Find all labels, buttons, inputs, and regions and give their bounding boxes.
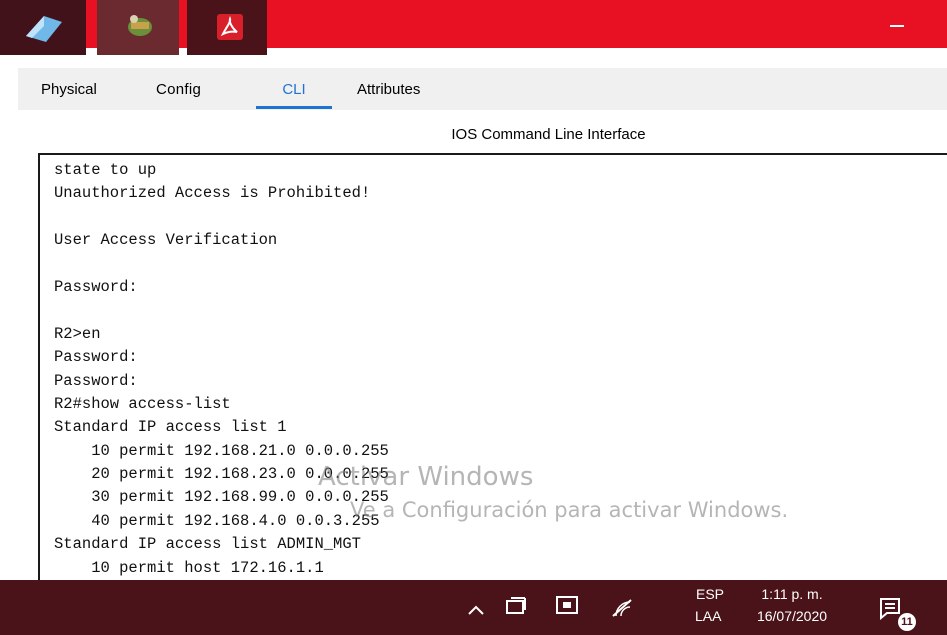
terminal-line: User Access Verification — [54, 231, 278, 250]
clock-time[interactable]: 1:11 p. m. — [737, 586, 847, 602]
terminal-line: R2#show access-list — [54, 394, 231, 413]
cli-header: IOS Command Line Interface — [451, 126, 646, 143]
terminal-line: Password: — [54, 371, 138, 390]
start-button[interactable] — [0, 0, 86, 55]
terminal-lines: state to up Unauthorized Access is Prohib… — [54, 159, 389, 580]
input-language-code[interactable]: ESP — [696, 586, 724, 602]
taskbar-packet-tracer[interactable] — [97, 0, 179, 55]
taskbar-pdf-reader[interactable] — [187, 0, 267, 55]
show-hidden-icons-chevron-icon[interactable] — [467, 600, 485, 621]
display-icon[interactable] — [555, 594, 581, 623]
terminal-line: R2>en — [54, 324, 101, 343]
notification-count-badge: 11 — [898, 613, 916, 631]
pdf-reader-icon — [217, 14, 243, 40]
terminal-line: Password: — [54, 277, 138, 296]
terminal-line: Unauthorized Access is Prohibited! — [54, 184, 371, 203]
terminal-line: 40 permit 192.168.4.0 0.0.3.255 — [54, 511, 380, 530]
tab-attributes[interactable]: Attributes — [357, 72, 420, 108]
terminal-line: Standard IP access list 1 — [54, 418, 287, 437]
tab-cli[interactable]: CLI — [256, 72, 332, 108]
packet-tracer-icon — [128, 15, 152, 36]
activation-watermark-title: Activar Windows — [318, 462, 534, 492]
terminal-line: Password: — [54, 348, 138, 367]
terminal-output[interactable]: state to up Unauthorized Access is Prohib… — [38, 153, 947, 593]
active-tab-indicator — [256, 106, 332, 109]
network-icon[interactable] — [505, 596, 529, 623]
input-language-layout[interactable]: LAA — [695, 608, 721, 624]
activation-watermark-text: Ve a Configuración para activar Windows. — [350, 498, 789, 522]
tab-physical[interactable]: Physical — [41, 72, 97, 108]
minimize-button[interactable] — [862, 0, 932, 48]
wifi-icon[interactable] — [610, 596, 634, 623]
tab-strip — [0, 48, 947, 110]
minimize-icon — [890, 25, 904, 27]
start-icon — [26, 16, 62, 42]
terminal-line: state to up — [54, 161, 157, 179]
terminal-line: Standard IP access list ADMIN_MGT — [54, 535, 361, 554]
terminal-line: 10 permit 192.168.21.0 0.0.0.255 — [54, 441, 389, 460]
tab-config[interactable]: Config — [156, 72, 201, 108]
clock-date[interactable]: 16/07/2020 — [737, 608, 847, 624]
terminal-line: 10 permit host 172.16.1.1 — [54, 558, 324, 577]
